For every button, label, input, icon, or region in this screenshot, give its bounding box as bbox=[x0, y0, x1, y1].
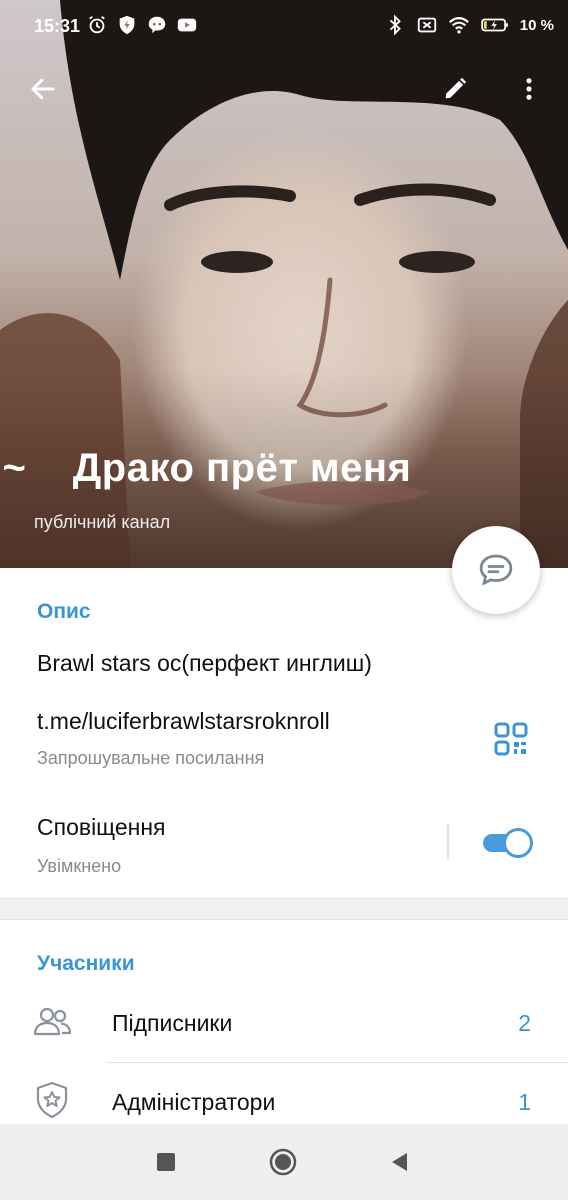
people-icon bbox=[33, 1007, 72, 1036]
recents-button[interactable] bbox=[148, 1144, 184, 1180]
shield-icon bbox=[119, 15, 135, 35]
more-options-button[interactable] bbox=[506, 66, 552, 112]
qr-code-icon[interactable] bbox=[494, 722, 528, 756]
channel-title-container: гол~ Драко прёт меня bbox=[0, 446, 568, 506]
channel-title: гол~ Драко прёт меня bbox=[0, 446, 412, 490]
bluetooth-icon bbox=[389, 14, 401, 36]
status-bar: 15:31 10 % bbox=[0, 0, 568, 56]
status-time: 15:31 bbox=[34, 16, 81, 36]
description-text: Brawl stars ос(перфект инглиш) bbox=[37, 650, 372, 676]
channel-header: 15:31 10 % гол~ Драко прёт меня публічни… bbox=[0, 0, 568, 568]
square-icon bbox=[157, 1153, 175, 1171]
administrators-row[interactable]: Адміністратори bbox=[112, 1089, 275, 1116]
more-vertical-icon bbox=[526, 78, 532, 100]
back-nav-button[interactable] bbox=[382, 1144, 418, 1180]
system-nav-bar bbox=[0, 1124, 568, 1200]
section-separator bbox=[0, 898, 568, 920]
triangle-back-icon bbox=[392, 1153, 407, 1171]
battery-charging-icon bbox=[481, 18, 508, 32]
members-heading: Учасники bbox=[37, 952, 135, 975]
battery-percent: 10 % bbox=[519, 16, 554, 34]
channel-type: публічний канал bbox=[34, 512, 171, 532]
admin-shield-icon bbox=[36, 1081, 68, 1119]
toggle-knob bbox=[503, 828, 533, 858]
notifications-status: Увімкнено bbox=[37, 856, 122, 876]
notifications-toggle[interactable] bbox=[481, 826, 535, 858]
divider bbox=[447, 824, 449, 860]
wifi-icon bbox=[448, 17, 469, 34]
subscribers-count: 2 bbox=[518, 1010, 531, 1036]
alarm-icon bbox=[89, 15, 105, 34]
invite-link[interactable]: t.me/luciferbrawlstarsroknroll bbox=[37, 708, 330, 735]
youtube-icon bbox=[177, 18, 197, 32]
subscribers-row[interactable]: Підписники bbox=[112, 1010, 232, 1037]
pencil-icon bbox=[445, 77, 467, 99]
description-heading: Опис bbox=[37, 600, 91, 623]
back-button[interactable] bbox=[20, 66, 66, 112]
row-divider bbox=[107, 1062, 568, 1063]
discussion-button[interactable] bbox=[452, 526, 540, 614]
administrators-count: 1 bbox=[518, 1089, 531, 1115]
notifications-label[interactable]: Сповіщення bbox=[37, 814, 166, 841]
edit-button[interactable] bbox=[432, 66, 478, 112]
circle-icon bbox=[269, 1148, 297, 1176]
no-sim-icon bbox=[417, 17, 436, 33]
messenger-icon bbox=[148, 16, 166, 34]
back-arrow-icon bbox=[31, 78, 55, 100]
invite-link-caption: Запрошувальне посилання bbox=[37, 748, 265, 768]
chat-bubble-icon bbox=[479, 554, 513, 586]
home-button[interactable] bbox=[265, 1144, 301, 1180]
